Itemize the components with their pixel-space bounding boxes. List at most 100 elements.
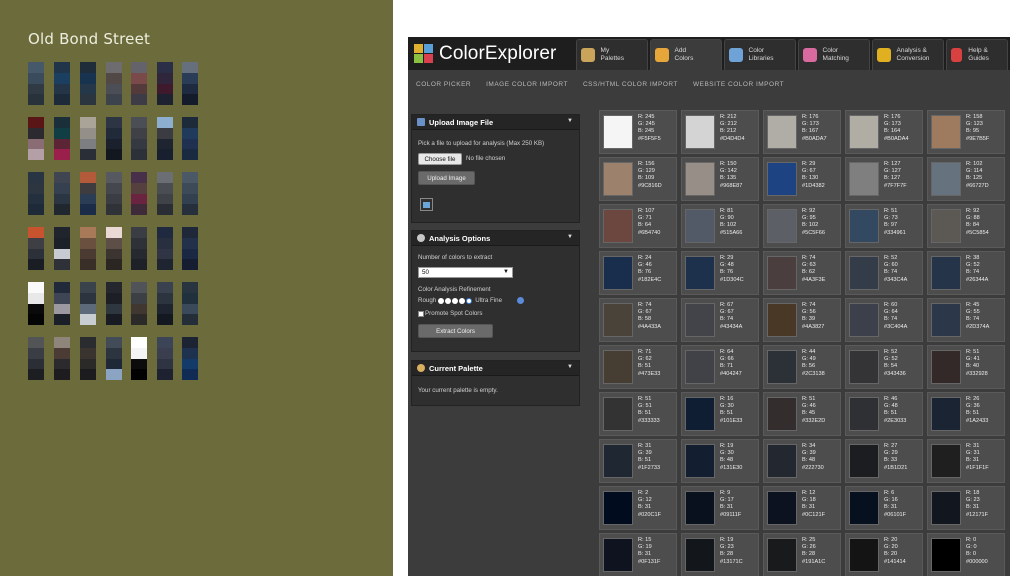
color-swatch[interactable] xyxy=(767,162,797,196)
color-swatch-card[interactable]: R: 64 G: 66 B: 71 #404247 xyxy=(681,345,759,389)
color-swatch-card[interactable]: R: 107 G: 71 B: 64 #6B4740 xyxy=(599,204,677,248)
tab-help-guides[interactable]: Help & Guides xyxy=(946,39,1008,70)
analysis-panel-header[interactable]: Analysis Options ▼ xyxy=(412,231,579,246)
color-swatch-card[interactable]: R: 18 G: 23 B: 31 #12171F xyxy=(927,486,1005,530)
tab-add-colors[interactable]: Add Colors xyxy=(650,39,722,70)
color-swatch-card[interactable]: R: 51 G: 41 B: 40 #332928 xyxy=(927,345,1005,389)
refinement-slider[interactable]: Rough Ultra Fine xyxy=(418,297,525,304)
color-swatch[interactable] xyxy=(849,538,879,572)
num-colors-select[interactable]: 50 ▼ xyxy=(418,267,513,278)
color-swatch[interactable] xyxy=(767,115,797,149)
color-swatch-card[interactable]: R: 16 G: 30 B: 51 #101E33 xyxy=(681,392,759,436)
color-swatch-card[interactable]: R: 51 G: 73 B: 97 #334961 xyxy=(845,204,923,248)
color-swatch[interactable] xyxy=(849,162,879,196)
color-swatch[interactable] xyxy=(767,256,797,290)
color-swatch[interactable] xyxy=(685,444,715,478)
color-swatch[interactable] xyxy=(603,350,633,384)
color-swatch[interactable] xyxy=(849,115,879,149)
refinement-radio-1[interactable] xyxy=(438,297,445,304)
subnav-link[interactable]: COLOR PICKER xyxy=(416,81,471,88)
color-swatch[interactable] xyxy=(603,491,633,525)
color-swatch[interactable] xyxy=(931,303,961,337)
color-swatch[interactable] xyxy=(931,209,961,243)
collapse-caret-icon[interactable]: ▼ xyxy=(567,364,573,370)
color-swatch[interactable] xyxy=(767,209,797,243)
color-swatch[interactable] xyxy=(767,397,797,431)
color-swatch[interactable] xyxy=(603,303,633,337)
color-swatch-card[interactable]: R: 60 G: 64 B: 74 #3C404A xyxy=(845,298,923,342)
color-swatch[interactable] xyxy=(767,538,797,572)
color-swatch-card[interactable]: R: 29 G: 48 B: 76 #1D304C xyxy=(681,251,759,295)
color-swatch[interactable] xyxy=(931,162,961,196)
promote-spot-checkbox[interactable] xyxy=(418,310,424,317)
collapse-caret-icon[interactable]: ▼ xyxy=(567,234,573,240)
color-swatch-card[interactable]: R: 9 G: 17 B: 31 #09111F xyxy=(681,486,759,530)
color-swatch-card[interactable]: R: 25 G: 26 B: 28 #191A1C xyxy=(763,533,841,576)
color-swatch-card[interactable]: R: 34 G: 39 B: 48 #222730 xyxy=(763,439,841,483)
color-swatch[interactable] xyxy=(931,115,961,149)
color-swatch-card[interactable]: R: 52 G: 60 B: 74 #343C4A xyxy=(845,251,923,295)
tab-my-palettes[interactable]: My Palettes xyxy=(576,39,648,70)
color-swatch[interactable] xyxy=(931,256,961,290)
color-swatch[interactable] xyxy=(849,491,879,525)
color-swatch-card[interactable]: R: 31 G: 31 B: 31 #1F1F1F xyxy=(927,439,1005,483)
color-swatch-card[interactable]: R: 29 G: 67 B: 130 #1D4382 xyxy=(763,157,841,201)
color-swatch[interactable] xyxy=(931,397,961,431)
color-swatch-card[interactable]: R: 19 G: 30 B: 48 #131E30 xyxy=(681,439,759,483)
color-swatch[interactable] xyxy=(685,115,715,149)
color-swatch-card[interactable]: R: 127 G: 127 B: 127 #7F7F7F xyxy=(845,157,923,201)
color-swatch[interactable] xyxy=(931,444,961,478)
color-swatch[interactable] xyxy=(767,303,797,337)
extract-colors-button[interactable]: Extract Colors xyxy=(418,324,493,338)
color-swatch-card[interactable]: R: 245 G: 245 B: 245 #F5F5F5 xyxy=(599,110,677,154)
color-swatch[interactable] xyxy=(603,209,633,243)
color-swatch-card[interactable]: R: 45 G: 55 B: 74 #2D374A xyxy=(927,298,1005,342)
color-swatch[interactable] xyxy=(603,444,633,478)
color-swatch-card[interactable]: R: 92 G: 88 B: 84 #5C5854 xyxy=(927,204,1005,248)
refinement-radio-3[interactable] xyxy=(452,297,459,304)
color-swatch-card[interactable]: R: 12 G: 18 B: 31 #0C121F xyxy=(763,486,841,530)
color-swatch[interactable] xyxy=(849,350,879,384)
color-swatch[interactable] xyxy=(849,256,879,290)
color-swatch[interactable] xyxy=(685,209,715,243)
color-swatch-card[interactable]: R: 74 G: 67 B: 58 #4A433A xyxy=(599,298,677,342)
color-swatch[interactable] xyxy=(931,350,961,384)
app-logo[interactable]: ColorExplorer xyxy=(414,41,556,67)
color-swatch-card[interactable]: R: 51 G: 51 B: 51 #333333 xyxy=(599,392,677,436)
color-swatch-card[interactable]: R: 67 G: 67 B: 74 #43434A xyxy=(681,298,759,342)
color-swatch-card[interactable]: R: 81 G: 90 B: 102 #515A66 xyxy=(681,204,759,248)
color-swatch-card[interactable]: R: 26 G: 36 B: 51 #1A2433 xyxy=(927,392,1005,436)
color-swatch-card[interactable]: R: 46 G: 48 B: 51 #2E3033 xyxy=(845,392,923,436)
color-swatch-card[interactable]: R: 102 G: 114 B: 125 #66727D xyxy=(927,157,1005,201)
current-palette-header[interactable]: Current Palette ▼ xyxy=(412,361,579,376)
color-swatch-card[interactable]: R: 212 G: 212 B: 212 #D4D4D4 xyxy=(681,110,759,154)
color-swatch[interactable] xyxy=(685,538,715,572)
color-swatch-card[interactable]: R: 2 G: 12 B: 31 #020C1F xyxy=(599,486,677,530)
subnav-link[interactable]: CSS/HTML COLOR IMPORT xyxy=(583,81,678,88)
refinement-radio-4[interactable] xyxy=(459,297,466,304)
tab-color-libraries[interactable]: Color Libraries xyxy=(724,39,796,70)
color-swatch[interactable] xyxy=(767,491,797,525)
color-swatch[interactable] xyxy=(603,162,633,196)
color-swatch[interactable] xyxy=(767,350,797,384)
color-swatch[interactable] xyxy=(849,209,879,243)
refinement-radio-5[interactable] xyxy=(466,297,473,304)
color-swatch-card[interactable]: R: 51 G: 46 B: 45 #332E2D xyxy=(763,392,841,436)
color-swatch-card[interactable]: R: 176 G: 173 B: 164 #B0ADA4 xyxy=(845,110,923,154)
color-swatch-card[interactable]: R: 0 G: 0 B: 0 #000000 xyxy=(927,533,1005,576)
tab-analysis-conversion[interactable]: Analysis & Conversion xyxy=(872,39,944,70)
tab-color-matching[interactable]: Color Matching xyxy=(798,39,870,70)
color-swatch-card[interactable]: R: 31 G: 39 B: 51 #1F2733 xyxy=(599,439,677,483)
color-swatch-card[interactable]: R: 19 G: 23 B: 28 #13171C xyxy=(681,533,759,576)
color-swatch[interactable] xyxy=(685,350,715,384)
choose-file-button[interactable]: Choose file xyxy=(418,153,462,165)
color-swatch[interactable] xyxy=(685,491,715,525)
color-swatch[interactable] xyxy=(849,397,879,431)
color-swatch[interactable] xyxy=(603,538,633,572)
upload-panel-header[interactable]: Upload Image File ▼ xyxy=(412,115,579,130)
color-swatch-card[interactable]: R: 38 G: 52 B: 74 #26344A xyxy=(927,251,1005,295)
color-swatch[interactable] xyxy=(685,397,715,431)
color-swatch-card[interactable]: R: 6 G: 16 B: 31 #06101F xyxy=(845,486,923,530)
color-swatch-card[interactable]: R: 156 G: 129 B: 109 #9C816D xyxy=(599,157,677,201)
color-swatch[interactable] xyxy=(849,444,879,478)
